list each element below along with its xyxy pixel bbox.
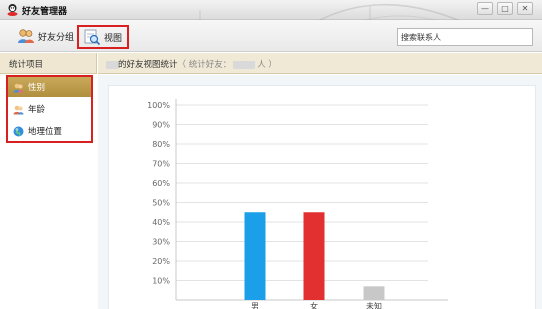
sidebar-item-age[interactable]: 年龄 (8, 99, 91, 119)
x-tick-label: 女 (310, 301, 318, 309)
x-tick-label: 男 (251, 302, 259, 309)
close-icon: ✕ (521, 4, 529, 13)
y-tick-label: 60% (152, 179, 170, 188)
close-button[interactable]: ✕ (517, 2, 533, 15)
gender-bar-chart: 10% 20% 30% 40% 50% 60% 70% 80% 90% 100% 男 女 未知 (147, 99, 448, 309)
stat-items-list: 性别 年龄 地理位置 (6, 75, 93, 143)
y-tick-label: 70% (152, 160, 170, 169)
y-tick-label: 80% (152, 140, 170, 149)
y-tick-label: 40% (152, 218, 170, 227)
friends-group-icon (18, 29, 34, 43)
sidebar-header: 统计项目 (0, 53, 97, 74)
friend-count-prefix: （ 统计好友： (177, 60, 232, 70)
friend-group-button[interactable]: 好友分组 (13, 24, 78, 48)
y-tick-label: 20% (152, 257, 170, 266)
minimize-icon: — (481, 4, 489, 13)
globe-icon (13, 126, 24, 136)
x-tick-label: 未知 (366, 301, 382, 309)
view-button[interactable]: 视图 (77, 25, 129, 49)
y-tick-label: 30% (152, 238, 170, 247)
age-icon (13, 105, 24, 114)
y-tick-label: 10% (152, 277, 170, 286)
view-label: 视图 (104, 33, 123, 44)
app-logo-icon (7, 4, 18, 16)
y-tick-label: 90% (152, 121, 170, 130)
bar-0 (244, 212, 266, 300)
title-bar: 好友管理器 — □ ✕ (0, 0, 542, 49)
bar-1 (303, 212, 325, 300)
friend-count-suffix: 人 ） (257, 60, 277, 70)
sidebar-item-label: 年龄 (28, 105, 46, 115)
y-tick-label: 100% (147, 101, 170, 110)
sidebar-item-gender[interactable]: 性别 (8, 77, 91, 97)
sidebar-item-label: 地理位置 (28, 127, 63, 137)
gender-icon (13, 83, 24, 92)
sidebar-item-label: 性别 (28, 83, 46, 93)
content-title: 的好友视图统计 (118, 60, 178, 70)
minimize-button[interactable]: — (477, 2, 493, 15)
sidebar-item-location[interactable]: 地理位置 (8, 121, 91, 141)
search-contacts-input[interactable] (397, 28, 533, 46)
redacted-username (106, 60, 118, 69)
redacted-friend-count (233, 60, 256, 69)
view-icon (84, 29, 101, 46)
content-header: 的好友视图统计（ 统计好友： 人 ） (98, 53, 542, 74)
maximize-button[interactable]: □ (497, 2, 513, 15)
maximize-icon: □ (501, 4, 509, 13)
bar-2 (363, 286, 385, 300)
window-title: 好友管理器 (22, 7, 68, 17)
y-tick-label: 50% (152, 199, 170, 208)
friend-group-label: 好友分组 (38, 32, 75, 43)
